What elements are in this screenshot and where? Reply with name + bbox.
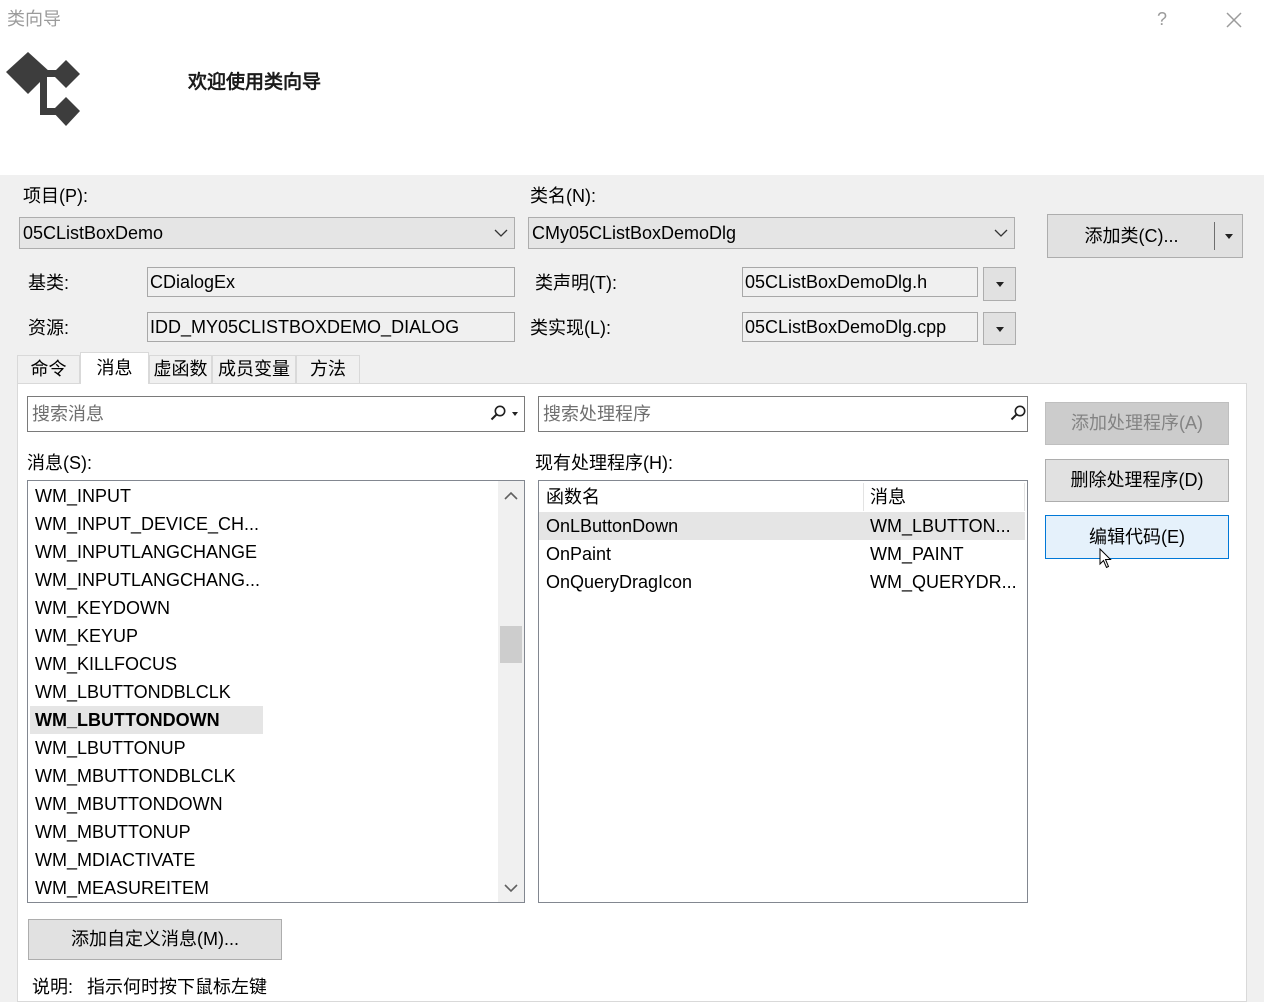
handler-row[interactable]: OnQueryDragIcon WM_QUERYDR...	[539, 568, 1025, 596]
scroll-down-arrow-icon[interactable]	[504, 883, 518, 893]
tab-messages[interactable]: 消息	[80, 352, 149, 384]
class-implementation-field[interactable]: 05CListBoxDemoDlg.cpp	[742, 312, 978, 342]
add-class-dropdown-button[interactable]	[1215, 215, 1243, 257]
message-list-item[interactable]: WM_INPUT_DEVICE_CH...	[30, 510, 263, 538]
message-list-item[interactable]: WM_KEYUP	[30, 622, 263, 650]
existing-handlers-label: 现有处理程序(H):	[535, 453, 673, 473]
message-list-item[interactable]: WM_MBUTTONDOWN	[30, 790, 263, 818]
tab-methods[interactable]: 方法	[296, 355, 360, 383]
messages-label: 消息(S):	[27, 453, 92, 473]
search-options-dropdown-icon[interactable]	[512, 412, 518, 416]
scroll-up-arrow-icon[interactable]	[504, 491, 518, 501]
column-header-function[interactable]: 函数名	[546, 486, 600, 508]
class-wizard-icon	[6, 52, 80, 126]
message-list-item[interactable]: WM_MDIACTIVATE	[30, 846, 263, 874]
mouse-cursor-icon	[1099, 548, 1112, 569]
column-divider[interactable]	[863, 483, 864, 511]
handler-row[interactable]: OnLButtonDown WM_LBUTTON...	[539, 512, 1025, 540]
class-implementation-label: 类实现(L):	[530, 318, 611, 338]
project-value: 05CListBoxDemo	[23, 223, 164, 243]
handler-message-cell: WM_PAINT	[870, 544, 964, 564]
search-icon[interactable]	[1010, 405, 1026, 421]
add-handler-button[interactable]: 添加处理程序(A)	[1045, 402, 1229, 445]
handler-function-cell: OnPaint	[546, 544, 612, 564]
message-list-scrollbar[interactable]	[498, 481, 524, 902]
add-custom-message-button[interactable]: 添加自定义消息(M)...	[28, 919, 282, 960]
message-list-item[interactable]: WM_INPUTLANGCHANGE	[30, 538, 263, 566]
class-implementation-dropdown-button[interactable]	[983, 312, 1016, 345]
resource-label: 资源:	[28, 318, 70, 338]
message-list-item[interactable]: WM_LBUTTONUP	[30, 734, 263, 762]
class-declaration-label: 类声明(T):	[535, 273, 617, 293]
class-name-label: 类名(N):	[530, 186, 596, 206]
message-list-item[interactable]: WM_INPUTLANGCHANG...	[30, 566, 263, 594]
tab-commands[interactable]: 命令	[17, 355, 80, 383]
handler-function-cell: OnLButtonDown	[546, 516, 679, 536]
resource-value: IDD_MY05CLISTBOXDEMO_DIALOG	[150, 317, 460, 337]
class-name-combo[interactable]: CMy05CListBoxDemoDlg	[528, 217, 1015, 249]
tab-virtual-functions[interactable]: 虚函数	[149, 355, 212, 383]
project-label: 项目(P):	[23, 186, 88, 206]
handler-search-box	[538, 396, 1028, 432]
message-list-item[interactable]: WM_LBUTTONDBLCLK	[30, 678, 263, 706]
message-search-input[interactable]	[32, 397, 482, 431]
add-class-split-button: 添加类(C)...	[1047, 214, 1243, 258]
window-title: 类向导	[7, 9, 61, 29]
chevron-down-icon	[494, 229, 508, 237]
close-button[interactable]	[1222, 8, 1246, 32]
handler-search-input[interactable]	[543, 397, 993, 431]
class-declaration-value: 05CListBoxDemoDlg.h	[745, 272, 928, 292]
edit-code-button[interactable]: 编辑代码(E)	[1045, 515, 1229, 559]
class-implementation-value: 05CListBoxDemoDlg.cpp	[745, 317, 947, 337]
message-list-item[interactable]: WM_LBUTTONDOWN	[30, 706, 263, 734]
welcome-heading: 欢迎使用类向导	[188, 72, 322, 93]
resource-field[interactable]: IDD_MY05CLISTBOXDEMO_DIALOG	[147, 312, 515, 342]
delete-handler-button[interactable]: 删除处理程序(D)	[1045, 459, 1229, 502]
base-class-label: 基类:	[28, 273, 70, 293]
class-declaration-field[interactable]: 05CListBoxDemoDlg.h	[742, 267, 978, 297]
dropdown-arrow-icon	[1225, 234, 1233, 239]
description-text: 指示何时按下鼠标左键	[87, 977, 267, 997]
base-class-field[interactable]: CDialogEx	[147, 267, 515, 297]
help-button[interactable]: ?	[1157, 8, 1167, 30]
column-header-message[interactable]: 消息	[870, 486, 906, 508]
class-name-value: CMy05CListBoxDemoDlg	[532, 223, 737, 243]
dropdown-arrow-icon	[996, 327, 1004, 332]
column-divider	[1024, 483, 1025, 511]
base-class-value: CDialogEx	[150, 272, 236, 292]
description-label: 说明:	[32, 977, 74, 997]
message-search-box	[27, 396, 525, 432]
scrollbar-thumb[interactable]	[500, 626, 522, 663]
message-list-item[interactable]: WM_KEYDOWN	[30, 594, 263, 622]
handler-message-cell: WM_LBUTTON...	[870, 516, 1011, 536]
dropdown-arrow-icon	[996, 282, 1004, 287]
add-class-button[interactable]: 添加类(C)...	[1048, 215, 1215, 257]
handler-row[interactable]: OnPaint WM_PAINT	[539, 540, 1025, 568]
handler-function-cell: OnQueryDragIcon	[546, 572, 693, 592]
handler-message-cell: WM_QUERYDR...	[870, 572, 1017, 592]
message-list-item[interactable]: WM_KILLFOCUS	[30, 650, 263, 678]
message-list-item[interactable]: WM_INPUT	[30, 482, 263, 510]
class-declaration-dropdown-button[interactable]	[983, 267, 1016, 301]
close-icon	[1226, 12, 1242, 28]
message-list-item[interactable]: WM_MBUTTONDBLCLK	[30, 762, 263, 790]
message-list-item[interactable]: WM_MEASUREITEM	[30, 874, 263, 902]
chevron-down-icon	[994, 229, 1008, 237]
message-list-item[interactable]: WM_MBUTTONUP	[30, 818, 263, 846]
search-icon[interactable]	[490, 405, 506, 421]
tab-member-variables[interactable]: 成员变量	[212, 355, 296, 383]
project-combo[interactable]: 05CListBoxDemo	[19, 217, 515, 249]
